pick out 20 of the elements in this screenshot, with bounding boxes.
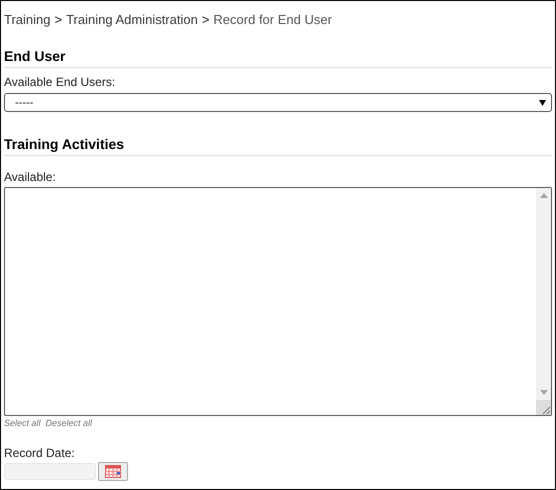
breadcrumb-current: Record for End User [213, 12, 332, 26]
section-heading: End User [4, 48, 66, 65]
field-label: Available: [4, 170, 57, 184]
scroll-down-icon[interactable] [540, 390, 548, 395]
field-label: Available End Users: [4, 75, 116, 89]
breadcrumb-link[interactable]: Training [4, 12, 50, 26]
selection-link[interactable]: Select all [4, 418, 41, 428]
breadcrumb-link[interactable]: Training Administration [66, 12, 198, 26]
field-label: Record Date: [4, 446, 76, 460]
resize-grip-icon[interactable] [542, 406, 550, 414]
section-heading: Training Activities [4, 136, 126, 153]
end-user-dropdown[interactable]: ----- [4, 93, 552, 112]
breadcrumb-separator: > [54, 12, 62, 26]
breadcrumb-separator: > [202, 12, 210, 26]
calendar-icon [105, 465, 121, 478]
scroll-up-icon[interactable] [540, 193, 548, 198]
scrollbar[interactable] [536, 188, 551, 415]
calendar-button[interactable] [98, 462, 128, 481]
selection-link[interactable]: Deselect all [46, 418, 92, 428]
caret-icon [539, 100, 546, 106]
